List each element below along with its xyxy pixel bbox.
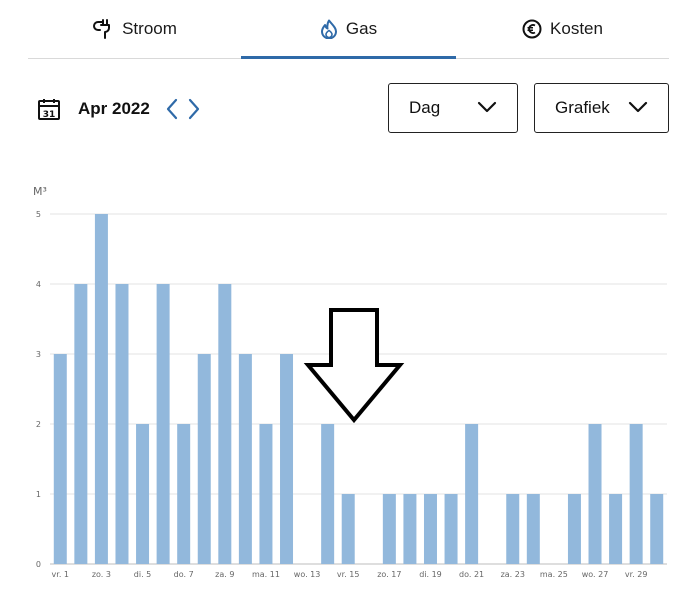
x-axis: vr. 1 zo. 3 di. 5 do. 7 za. 9 ma. 11 wo. 13 vr.… [52,570,648,579]
y-axis: 0 1 2 3 4 5 [36,210,41,569]
chevron-left-icon [166,98,177,120]
bar-wo-27[interactable] [588,424,602,564]
view-select[interactable]: Grafiek [534,83,669,133]
x-tick-label: wo. 13 [294,570,321,579]
flame-icon [320,19,338,39]
bar-di-26[interactable] [567,494,581,564]
bar-za-30[interactable] [650,494,664,564]
bar-vr-29[interactable] [629,424,643,564]
bar-vr-15[interactable] [341,494,355,564]
x-tick-label: di. 5 [134,570,151,579]
tab-kosten[interactable]: Kosten [456,0,669,58]
x-tick-label: do. 7 [174,570,194,579]
interval-select-value: Dag [409,98,441,117]
bar-di-12[interactable] [280,354,294,564]
y-tick-label: 2 [36,420,41,429]
y-tick-label: 5 [36,210,41,219]
bar-zo-10[interactable] [238,354,252,564]
bar-zo-17[interactable] [382,494,396,564]
calendar-icon[interactable]: 31 [37,97,61,121]
next-period-button[interactable] [185,96,203,122]
period-selector: 31 Apr 2022 [37,94,203,124]
gas-usage-chart: M³ 0 1 2 3 4 5 vr. 1 zo. 3 di. 5 do. 7 za. 9 ma. 1… [33,185,667,579]
bar-do-28[interactable] [609,494,623,564]
x-tick-label: ma. 11 [252,570,280,579]
x-tick-label: vr. 1 [52,570,69,579]
bar-vr-1[interactable] [53,354,67,564]
tab-label: Gas [345,19,378,38]
y-tick-label: 3 [36,350,41,359]
bar-wo-6[interactable] [156,284,170,564]
x-tick-label: zo. 3 [92,570,111,579]
bar-wo-20[interactable] [444,494,458,564]
x-tick-label: vr. 15 [337,570,360,579]
y-unit-label: M³ [33,185,47,198]
interval-select[interactable]: Dag [388,83,518,133]
chevron-down-icon [477,98,497,118]
bar-do-7[interactable] [177,424,191,564]
x-tick-label: wo. 27 [582,570,609,579]
bar-zo-3[interactable] [94,214,108,564]
tab-stroom[interactable]: Stroom [28,0,241,58]
tab-gas[interactable]: Gas [241,0,456,59]
plug-icon [92,18,114,40]
down-arrow-annotation [303,308,405,424]
y-tick-label: 0 [36,560,41,569]
bar-ma-11[interactable] [259,424,273,564]
x-tick-label: za. 23 [501,570,525,579]
tab-label: Stroom [122,19,177,38]
bar-do-14[interactable] [321,424,335,564]
previous-period-button[interactable] [163,96,181,122]
bar-za-23[interactable] [506,494,520,564]
y-tick-label: 1 [36,490,41,499]
bar-ma-18[interactable] [403,494,417,564]
bar-za-9[interactable] [218,284,232,564]
view-select-value: Grafiek [555,98,610,117]
bar-di-5[interactable] [136,424,150,564]
bar-zo-24[interactable] [526,494,540,564]
chevron-down-icon [628,98,648,118]
bar-do-21[interactable] [465,424,479,564]
x-tick-label: ma. 25 [540,570,568,579]
bar-vr-8[interactable] [197,354,211,564]
tab-label: Kosten [550,19,603,38]
bar-za-2[interactable] [74,284,88,564]
bar-ma-4[interactable] [115,284,129,564]
x-tick-label: za. 9 [215,570,234,579]
bar-di-19[interactable] [423,494,437,564]
svg-text:31: 31 [43,110,56,120]
euro-icon [522,19,542,39]
x-tick-label: di. 19 [419,570,442,579]
x-tick-label: vr. 29 [625,570,648,579]
y-tick-label: 4 [36,280,41,289]
x-tick-label: do. 21 [459,570,484,579]
x-tick-label: zo. 17 [377,570,401,579]
utility-tabs: Stroom Gas Kosten [28,0,669,59]
period-label: Apr 2022 [78,99,150,118]
chevron-right-icon [188,98,199,120]
